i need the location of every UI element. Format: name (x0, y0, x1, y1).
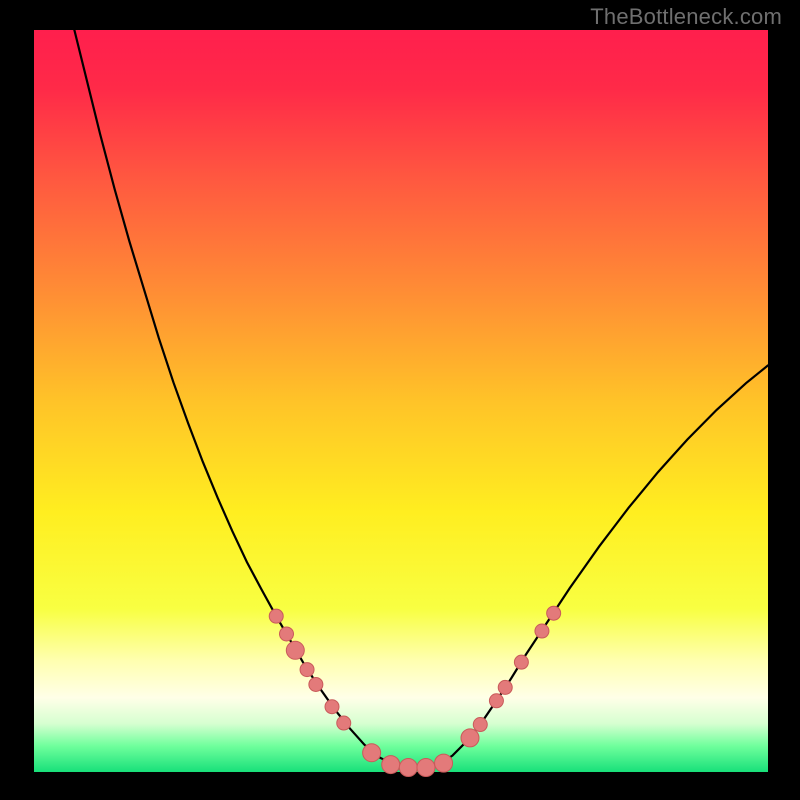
data-marker (309, 677, 323, 691)
data-marker (269, 609, 283, 623)
data-marker (286, 641, 304, 659)
data-marker (535, 624, 549, 638)
plot-background (34, 30, 768, 772)
data-marker (280, 627, 294, 641)
data-marker (382, 756, 400, 774)
data-marker (461, 729, 479, 747)
data-marker (363, 744, 381, 762)
data-marker (498, 680, 512, 694)
data-marker (300, 663, 314, 677)
data-marker (399, 759, 417, 777)
data-marker (417, 759, 435, 777)
data-marker (473, 718, 487, 732)
data-marker (337, 716, 351, 730)
chart-frame: TheBottleneck.com (0, 0, 800, 800)
watermark-text: TheBottleneck.com (590, 4, 782, 30)
data-marker (325, 700, 339, 714)
data-marker (514, 655, 528, 669)
data-marker (435, 754, 453, 772)
bottleneck-plot (0, 0, 800, 800)
data-marker (547, 606, 561, 620)
data-marker (489, 694, 503, 708)
